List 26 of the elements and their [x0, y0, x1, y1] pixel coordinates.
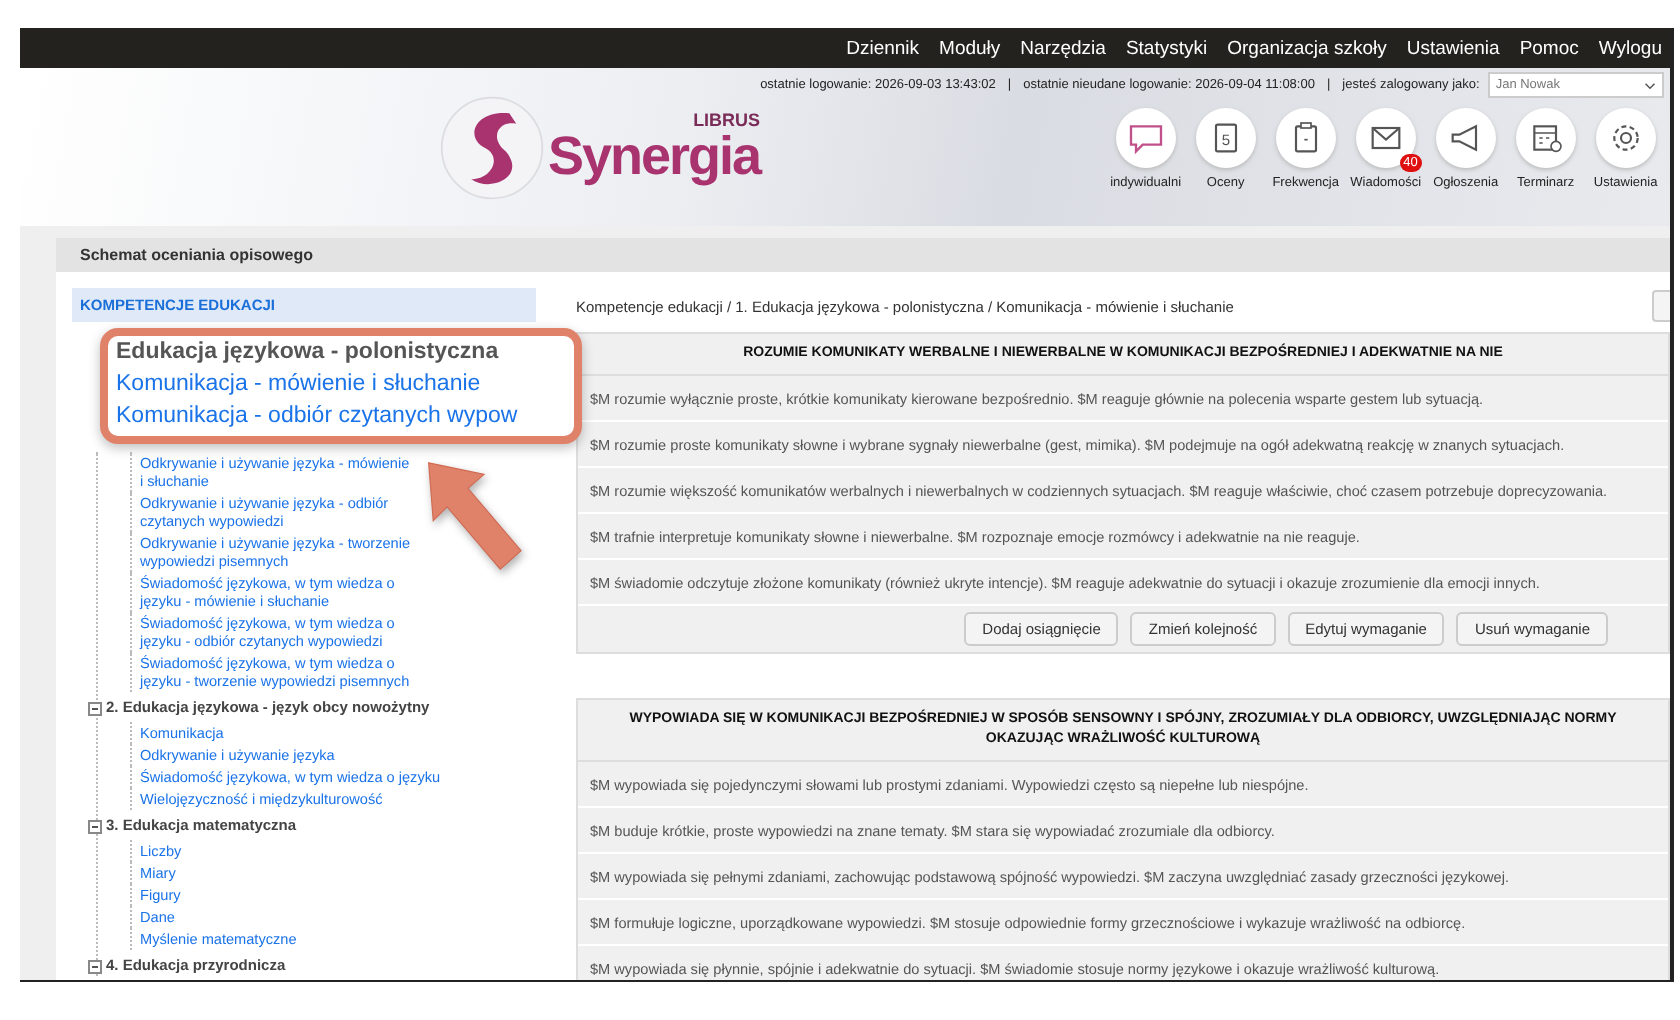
logo-icon [440, 95, 544, 199]
menu-link[interactable]: Pomoc [1519, 37, 1579, 59]
pointer-arrow [424, 456, 528, 576]
menu-link[interactable]: Wylogu [1598, 37, 1662, 59]
collapse-toggle-icon[interactable] [88, 959, 102, 973]
logo-title: Synergia [548, 129, 761, 183]
callout-text: Edukacja językowa - polonistyczna [116, 338, 501, 368]
quick-link-button[interactable]: 5 [1195, 108, 1256, 168]
quick-link-button[interactable] [1435, 108, 1496, 168]
logo-subtitle: LIBRUS [693, 111, 761, 129]
menu-link[interactable]: Moduły [939, 37, 1001, 59]
collapse-toggle-icon[interactable] [88, 701, 102, 715]
dropdown-caret-icon [1643, 81, 1656, 89]
menu-link[interactable]: Ustawienia [1406, 37, 1500, 59]
panel-title: Schemat oceniania opisowego [56, 238, 1670, 272]
collapse-toggle-icon[interactable] [88, 819, 102, 833]
menu-link[interactable]: Organizacja szkoły [1227, 37, 1387, 59]
menu-link[interactable]: Narzędzia [1020, 37, 1106, 59]
quick-link-button[interactable] [1115, 108, 1176, 168]
quick-link-button[interactable] [1515, 108, 1576, 168]
quick-link-button[interactable] [1595, 108, 1656, 168]
quick-link-button[interactable] [1275, 108, 1336, 168]
menu-link[interactable]: Dziennik [846, 37, 920, 59]
callout-text: Komunikacja - odbiór czytanych wypow [116, 402, 520, 432]
callout-text: Komunikacja - mówienie i słuchanie [116, 370, 483, 400]
menu-link[interactable]: Statystyki [1125, 37, 1208, 59]
